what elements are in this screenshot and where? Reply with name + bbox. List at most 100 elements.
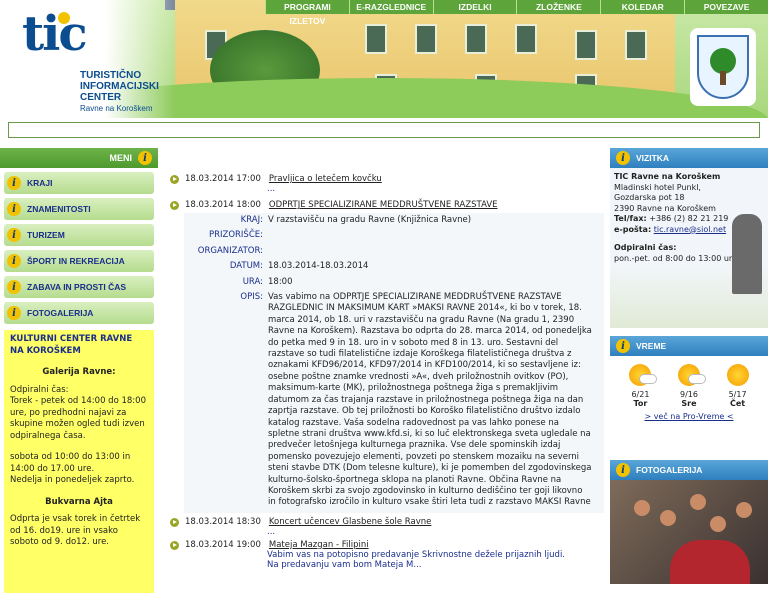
info-icon: i [7,306,21,320]
event-date: 18.03.2014 18:30 [185,516,261,527]
left-sidebar: MENI i i KRAJI i ZNAMENITOSTI i TURIZEM i ŠP… [0,148,158,600]
vreme-more-link[interactable]: > več na Pro-Vreme < [644,412,733,421]
nav-zlozenke[interactable]: ZLOŽENKE [516,0,601,14]
nav-koledar[interactable]: KOLEDAR [600,0,685,14]
sun-cloud-icon [629,364,658,386]
menu-item-sport[interactable]: i ŠPORT IN REKREACIJA [4,250,154,272]
vizitka-address-1: Mladinski hotel Punkl, [614,182,701,192]
weather-day-label: Tor [633,399,648,408]
vizitka-address-2: Gozdarska pot 18 [614,193,685,202]
logo-line-2: INFORMACIJSKI [80,81,159,92]
nav-programi-izletov[interactable]: PROGRAMI IZLETOV [265,0,349,26]
logo-subtitle: Ravne na Koroškem [80,104,153,113]
menu-item-znamenitosti[interactable]: i ZNAMENITOSTI [4,198,154,220]
vreme-header: i VREME [610,336,768,356]
fotogalerija-title: FOTOGALERIJA [636,465,703,475]
event-sub: ... [164,184,604,194]
fotogalerija-header: i FOTOGALERIJA [610,460,768,480]
opis-value: Vas vabimo na ODPRTJE SPECIALIZIRANE MED… [268,292,592,508]
arrow-right-icon [170,201,179,210]
logo[interactable]: tic TURISTIČNO INFORMACIJSKI CENTER Ravn… [0,0,175,118]
organizator-label: ORGANIZATOR: [197,245,263,256]
weather-day-label: Sre [681,399,697,408]
menu-header: MENI i [0,148,158,168]
event-detail: KRAJ: V razstavišču na gradu Ravne (Knjiž… [184,213,604,513]
vizitka-title: VIZITKA [636,153,670,163]
menu-item-zabava[interactable]: i ZABAVA IN PROSTI ČAS [4,276,154,298]
event-title-link[interactable]: Pravljica o letečem kovčku [269,174,382,184]
arrow-right-icon [170,175,179,184]
event-sub: Vabim vas na potopisno predavanje Skrivn… [164,550,604,570]
datum-value: 18.03.2014-18.03.2014 [268,261,369,272]
info-icon: i [7,280,21,294]
vizitka-body: TIC Ravne na Koroškem Mladinski hotel Pu… [610,168,768,328]
list-item: 18.03.2014 18:30 Koncert učencev Glasben… [164,517,604,527]
event-title-link[interactable]: ODPRTJE SPECIALIZIRANE MEDDRUŠTVENE RAZS… [269,200,498,210]
vreme-body: 6/21 Tor 9/16 Sre 5/17 Čet > več na Pro-… [610,356,768,452]
nav-povezave[interactable]: POVEZAVE [684,0,768,14]
menu-item-label: ZABAVA IN PROSTI ČAS [27,282,127,292]
opis-label: OPIS: [240,292,263,303]
nav-e-razglednice[interactable]: E-RAZGLEDNICE [348,0,433,14]
list-item: 18.03.2014 18:00 ODPRTJE SPECIALIZIRANE … [164,200,604,210]
prizorisce-value [268,230,592,241]
list-item: 18.03.2014 19:00 Mateja Mazgan - Filipin… [164,540,604,550]
info-icon: i [7,176,21,190]
vreme-box: i VREME 6/21 Tor 9/16 Sre 5/17 Čet > več … [610,336,768,452]
info-icon: i [7,254,21,268]
kraj-label: KRAJ: [240,215,263,225]
weather-temp: 6/21 [631,390,650,399]
bukvarna-title: Bukvarna Ajta [45,496,113,507]
menu-item-kraji[interactable]: i KRAJI [4,172,154,194]
vizitka-name: TIC Ravne na Koroškem [614,172,721,181]
events-list: 18.03.2014 17:00 Pravljica o letečem kov… [164,148,604,600]
sun-icon [726,364,749,386]
event-title-link[interactable]: Koncert učencev Glasbene šole Ravne [269,517,432,527]
event-summary: Vabim vas na potopisno predavanje Skrivn… [267,549,566,570]
menu-item-turizem[interactable]: i TURIZEM [4,224,154,246]
menu-item-fotogalerija[interactable]: i FOTOGALERIJA [4,302,154,324]
event-summary: ... [267,184,276,194]
vreme-title: VREME [636,341,667,351]
arrow-right-icon [170,540,179,550]
weather-day-label: Čet [729,399,746,408]
email-link[interactable]: tic.ravne@siol.net [654,225,726,234]
nav-izdelki[interactable]: IZDELKI [432,0,517,14]
ura-label: URA: [242,276,263,287]
vizitka-header: i VIZITKA [610,148,768,168]
prizorisce-label: PRIZORIŠČE: [208,230,263,241]
coat-of-arms [690,28,756,106]
menu-title: MENI [109,153,133,163]
galerija-title: Galerija Ravne: [42,367,116,377]
vizitka-box: i VIZITKA TIC Ravne na Koroškem Mladinski… [610,148,768,328]
weather-temp: 9/16 [680,390,698,399]
shield-icon [697,35,749,99]
datum-label: DATUM: [229,261,263,272]
list-item: 18.03.2014 17:00 Pravljica o letečem kov… [164,174,604,184]
menu-item-label: KRAJI [27,178,53,188]
phone-label: Tel/fax: [614,214,647,223]
info-icon: i [7,202,21,216]
menu-item-label: ZNAMENITOSTI [27,204,91,214]
weather-day: 9/16 Sre [666,364,712,408]
galerija-weekend: sobota od 10:00 do 13:00 in 14:00 do 17.… [10,452,135,485]
menu-item-label: FOTOGALERIJA [27,308,94,318]
weather-temp: 5/17 [728,390,747,399]
logo-line-1: TURISTIČNO [80,70,142,81]
gallery-photo[interactable] [610,480,768,584]
email-label: e-pošta: [614,224,652,234]
info-icon: i [616,151,630,165]
logo-line-3: CENTER [80,92,122,103]
event-summary: ... [267,526,276,537]
ura-value: 18:00 [268,276,293,287]
search-bar-strip [8,122,760,138]
statue-photo [732,214,762,294]
info-icon: i [616,463,630,477]
tree-icon [710,48,736,85]
logo-dot [58,12,70,24]
kc-title[interactable]: KULTURNI CENTER RAVNE NA KOROŠKEM [10,334,148,357]
menu-item-label: ŠPORT IN REKREACIJA [27,256,125,266]
menu-item-label: TURIZEM [27,230,65,240]
arrow-right-icon [170,517,179,527]
event-title-link[interactable]: Mateja Mazgan - Filipini [269,540,369,550]
